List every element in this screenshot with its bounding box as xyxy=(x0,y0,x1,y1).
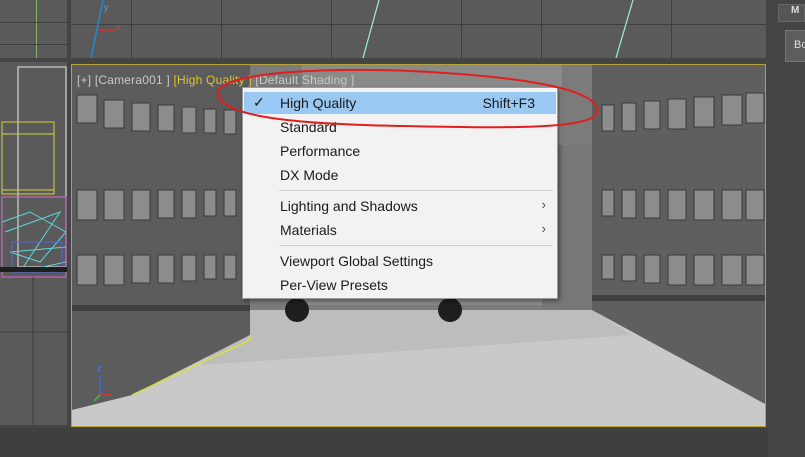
menu-item-label: Performance xyxy=(280,143,361,159)
menu-item-viewport-global-settings[interactable]: Viewport Global Settings xyxy=(244,250,556,272)
menu-item-label: Per-View Presets xyxy=(280,277,388,293)
left-viewport[interactable] xyxy=(0,62,67,425)
menu-item-materials[interactable]: Materials › xyxy=(244,219,556,241)
axis-z-label: z xyxy=(97,363,102,373)
menu-item-label: Viewport Global Settings xyxy=(280,253,434,269)
menu-item-label: Lighting and Shadows xyxy=(280,198,418,214)
command-panel-tab[interactable]: M xyxy=(778,4,805,22)
menu-item-standard[interactable]: Standard xyxy=(244,116,556,138)
command-panel xyxy=(768,0,805,457)
menu-item-label: Standard xyxy=(280,119,337,135)
menu-item-lighting-and-shadows[interactable]: Lighting and Shadows › xyxy=(244,195,556,217)
menu-item-dx-mode[interactable]: DX Mode xyxy=(244,164,556,186)
grid-line xyxy=(0,44,67,45)
command-panel-button[interactable]: Bo xyxy=(785,30,805,62)
top-left-viewport[interactable] xyxy=(0,0,67,58)
viewport-label-bar: [+] [Camera001 ] [High Quality ] [Defaul… xyxy=(77,73,354,87)
viewport-quality-menu: ✓ High Quality Shift+F3 Standard Perform… xyxy=(242,87,558,299)
grid-line xyxy=(36,0,37,58)
axis-y-label: y xyxy=(104,2,109,12)
grid-line xyxy=(0,22,67,23)
menu-item-performance[interactable]: Performance xyxy=(244,140,556,162)
wireframe-scene xyxy=(0,66,67,425)
menu-item-label: Materials xyxy=(280,222,337,238)
axis-x-label: x xyxy=(116,22,121,32)
menu-item-per-view-presets[interactable]: Per-View Presets xyxy=(244,274,556,296)
menu-item-shortcut: Shift+F3 xyxy=(482,95,535,111)
checkmark-icon: ✓ xyxy=(253,94,265,110)
viewport-menu-plus[interactable]: [+] xyxy=(77,73,91,87)
menu-item-label: DX Mode xyxy=(280,167,339,183)
menu-item-label: High Quality xyxy=(280,95,357,111)
menu-item-high-quality[interactable]: ✓ High Quality Shift+F3 xyxy=(244,92,556,114)
viewport-quality-label[interactable]: [High Quality ] xyxy=(173,73,251,87)
chevron-right-icon: › xyxy=(541,221,546,236)
bottom-panel xyxy=(0,428,768,457)
viewport-shading-label[interactable]: [Default Shading ] xyxy=(255,73,354,87)
viewport-camera-label[interactable]: [Camera001 ] xyxy=(95,73,170,87)
top-viewport-lines xyxy=(90,0,634,58)
chevron-right-icon: › xyxy=(541,197,546,212)
menu-separator xyxy=(279,245,553,246)
menu-separator xyxy=(279,190,553,191)
top-viewport[interactable]: x y xyxy=(71,0,766,58)
